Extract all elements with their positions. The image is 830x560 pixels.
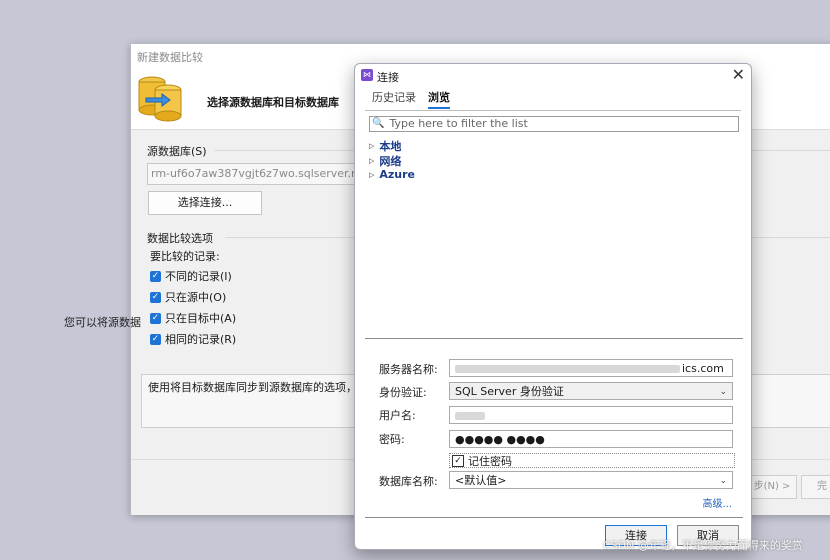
source-db-label: 源数据库(S) [147, 145, 207, 158]
checkmark-icon: ✓ [452, 454, 464, 467]
tree-item-label: 本地 [379, 140, 402, 153]
checkbox-identical-records[interactable]: ✓ 相同的记录(R) [150, 331, 236, 347]
compare-options-label: 数据比较选项 [147, 232, 213, 245]
tree-item-local[interactable]: ▷ 本地 [369, 138, 401, 154]
checkbox-only-in-source[interactable]: ✓ 只在源中(O) [150, 289, 226, 305]
server-name-input[interactable]: ics.com [449, 359, 733, 377]
redacted-text [455, 412, 485, 420]
expand-triangle-icon[interactable]: ▷ [369, 157, 374, 165]
remember-password-label: 记住密码 [468, 454, 512, 468]
filter-input[interactable]: 🔍 Type here to filter the list [369, 116, 739, 132]
chevron-down-icon: ⌄ [719, 387, 727, 397]
expand-triangle-icon[interactable]: ▷ [369, 171, 374, 179]
tree-item-network[interactable]: ▷ 网络 [369, 153, 401, 169]
divider [365, 338, 743, 339]
dialog-title: 连接 [377, 71, 399, 84]
auth-label: 身份验证: [379, 386, 427, 399]
tab-divider [365, 110, 741, 111]
database-name-select[interactable]: <默认值> ⌄ [449, 471, 733, 489]
filter-placeholder: Type here to filter the list [389, 117, 528, 130]
search-icon: 🔍 [372, 118, 385, 129]
password-input[interactable]: ●●●●● ●●●● [449, 430, 733, 448]
checkbox-only-in-target[interactable]: ✓ 只在目标中(A) [150, 310, 236, 326]
redacted-text [455, 365, 680, 373]
database-name-label: 数据库名称: [379, 475, 438, 488]
step-title: 选择源数据库和目标数据库 [207, 96, 339, 109]
checkmark-icon: ✓ [150, 333, 161, 345]
auth-value: SQL Server 身份验证 [455, 385, 564, 398]
tree-item-label: Azure [379, 168, 416, 181]
records-to-compare-label: 要比较的记录: [150, 250, 220, 263]
tree-item-azure[interactable]: ▷ Azure [369, 168, 415, 181]
window-title: 新建数据比较 [137, 51, 203, 64]
server-name-label: 服务器名称: [379, 363, 438, 376]
tree-item-label: 网络 [379, 155, 402, 168]
username-label: 用户名: [379, 409, 416, 422]
select-connection-button[interactable]: 选择连接... [148, 191, 262, 215]
next-button[interactable]: 步(N) > [747, 475, 797, 499]
close-icon[interactable]: ✕ [732, 65, 745, 84]
checkbox-label: 只在源中(O) [165, 291, 227, 304]
visual-studio-icon: ⋈ [361, 69, 373, 81]
advanced-link[interactable]: 高级... [702, 495, 732, 510]
side-hint-text: 您可以将源数据 [64, 316, 141, 329]
finish-button[interactable]: 完 [801, 475, 830, 499]
connect-dialog: ⋈ 连接 ✕ 历史记录 浏览 🔍 Type here to filter the… [354, 63, 752, 550]
checkbox-label: 不同的记录(I) [165, 270, 232, 283]
checkbox-different-records[interactable]: ✓ 不同的记录(I) [150, 268, 232, 284]
password-label: 密码: [379, 433, 405, 446]
database-name-value: <默认值> [455, 474, 507, 487]
auth-select[interactable]: SQL Server 身份验证 ⌄ [449, 382, 733, 400]
checkbox-label: 相同的记录(R) [165, 333, 237, 346]
checkmark-icon: ✓ [150, 312, 161, 324]
csdn-watermark: CSDN @年轻，不是你努力而得来的奖赏 [603, 539, 803, 552]
checkmark-icon: ✓ [150, 270, 161, 282]
tab-browse[interactable]: 浏览 [428, 89, 450, 109]
checkbox-label: 只在目标中(A) [165, 312, 237, 325]
checkmark-icon: ✓ [150, 291, 161, 303]
tab-history[interactable]: 历史记录 [372, 89, 416, 105]
chevron-down-icon: ⌄ [719, 476, 727, 486]
database-compare-icon [138, 76, 182, 122]
username-input[interactable] [449, 406, 733, 424]
expand-triangle-icon[interactable]: ▷ [369, 142, 374, 150]
remember-password-checkbox[interactable]: ✓ 记住密码 [449, 453, 735, 468]
server-name-value: ics.com [682, 362, 724, 375]
divider [365, 517, 743, 518]
